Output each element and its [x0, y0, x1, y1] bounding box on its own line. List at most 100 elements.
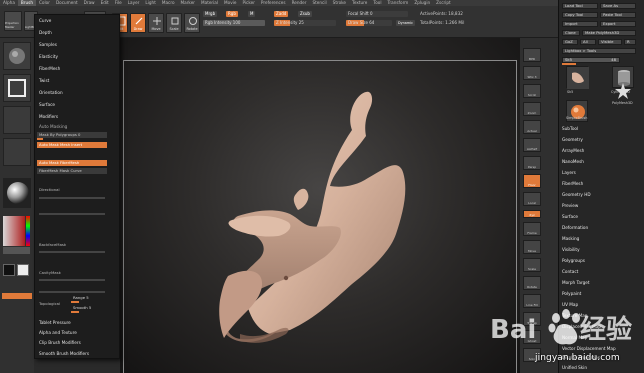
- r-button[interactable]: R: [624, 39, 636, 45]
- goz-button[interactable]: GoZ: [562, 39, 578, 45]
- nanomesh-section[interactable]: NanoMesh: [562, 159, 584, 164]
- brush-menu-item-orientation[interactable]: Orientation: [39, 90, 63, 95]
- fibermesh-section[interactable]: FiberMesh: [562, 181, 583, 186]
- smooth-brush-modifiers-item[interactable]: Smooth Brush Modifiers: [39, 351, 89, 356]
- ghost-button[interactable]: Ghost: [523, 330, 541, 344]
- layers-section[interactable]: Layers: [562, 170, 576, 175]
- fibermesh-mask-curve-button[interactable]: FiberMesh Mask Curve: [37, 168, 107, 174]
- topological-toggle[interactable]: Topological: [37, 301, 67, 307]
- clone-button[interactable]: Clone: [562, 30, 580, 36]
- transp-button[interactable]: Transp: [523, 312, 541, 326]
- polygroups-section[interactable]: Polygroups: [562, 258, 585, 263]
- xyz-button[interactable]: Xyz: [523, 210, 541, 218]
- copy-tool-button[interactable]: Copy Tool: [562, 12, 598, 18]
- auto-masking-header[interactable]: Auto Masking: [39, 124, 67, 129]
- brush-thumbnail[interactable]: [3, 42, 31, 70]
- scale-view-button[interactable]: Scale: [523, 258, 541, 272]
- surface-section[interactable]: Surface: [562, 214, 578, 219]
- aahalf-button[interactable]: AAHalf: [523, 138, 541, 152]
- auto-mask-fibermesh-toggle[interactable]: Auto Mask FiberMesh: [37, 160, 107, 166]
- import-button[interactable]: Import: [562, 21, 598, 27]
- move-button[interactable]: Move: [148, 13, 164, 33]
- deformation-section[interactable]: Deformation: [562, 225, 588, 230]
- unified-skin-section[interactable]: Unified Skin: [562, 365, 587, 370]
- spix-button[interactable]: SPix 3: [523, 66, 541, 80]
- mandible-model[interactable]: [120, 38, 520, 373]
- mask-by-polygroups-slider[interactable]: Mask By Polygroups 0: [37, 132, 107, 138]
- focal-shift-slider[interactable]: Focal Shift 0: [346, 11, 408, 17]
- actual-button[interactable]: Actual: [523, 120, 541, 134]
- brush-menu-item-curve[interactable]: Curve: [39, 18, 51, 23]
- secondary-color-swatch[interactable]: [17, 264, 29, 276]
- move-view-button[interactable]: Move: [523, 240, 541, 254]
- line-fill-button[interactable]: Line Fill: [523, 294, 541, 308]
- tablet-pressure-item[interactable]: Tablet Pressure: [39, 320, 71, 325]
- uv-map-section[interactable]: UV Map: [562, 302, 578, 307]
- scale-button[interactable]: Scale: [166, 13, 182, 33]
- morph-target-section[interactable]: Morph Target: [562, 280, 590, 285]
- draw-size-slider[interactable]: Draw Size 64: [346, 20, 392, 26]
- export-button[interactable]: Export: [600, 21, 636, 27]
- floor-button[interactable]: Floor: [523, 174, 541, 188]
- all-button[interactable]: All: [580, 39, 596, 45]
- texture-map-section[interactable]: Texture Map: [562, 313, 588, 318]
- cavitymask-toggle[interactable]: CavityMask: [37, 270, 107, 276]
- zoom-button[interactable]: Zoom: [523, 102, 541, 116]
- texture-thumbnail[interactable]: [3, 138, 31, 166]
- rgb-toggle[interactable]: Rgb: [226, 11, 238, 17]
- arraymesh-section[interactable]: ArrayMesh: [562, 148, 584, 153]
- polypaint-section[interactable]: Polypaint: [562, 291, 581, 296]
- brush-menu-item-elasticity[interactable]: Elasticity: [39, 54, 58, 59]
- lightbox-tools-button[interactable]: Lightbox > Tools: [562, 48, 636, 54]
- auto-mask-mesh-insert-toggle[interactable]: Auto Mask Mesh Insert: [37, 142, 107, 148]
- geometry-hd-section[interactable]: Geometry HD: [562, 192, 591, 197]
- paste-tool-button[interactable]: Paste Tool: [600, 12, 636, 18]
- rgb-intensity-slider[interactable]: Rgb Intensity 100: [203, 20, 265, 26]
- canvas-viewport[interactable]: [120, 38, 520, 373]
- preview-section[interactable]: Preview: [562, 203, 578, 208]
- stroke-thumbnail[interactable]: [3, 74, 31, 102]
- projection-master-button[interactable]: Projection Master: [4, 11, 22, 31]
- clip-brush-modifiers-item[interactable]: Clip Brush Modifiers: [39, 340, 81, 345]
- zsub-toggle[interactable]: Zsub: [298, 11, 312, 17]
- material-thumbnail[interactable]: [3, 178, 31, 208]
- dynamic-toggle[interactable]: Dynamic: [396, 20, 415, 26]
- main-color-swatch[interactable]: [3, 264, 15, 276]
- brush-menu-item-surface[interactable]: Surface: [39, 102, 55, 107]
- rotate-button[interactable]: Rotate: [184, 13, 200, 33]
- zadd-toggle[interactable]: Zadd: [274, 11, 289, 17]
- local-button[interactable]: Local: [523, 192, 541, 206]
- brush-menu-item-fibermesh[interactable]: FiberMesh: [39, 66, 60, 71]
- frame-button[interactable]: Frame: [523, 222, 541, 236]
- brush-menu-item-twist[interactable]: Twist: [39, 78, 49, 83]
- masking-section[interactable]: Masking: [562, 236, 579, 241]
- alpha-thumbnail[interactable]: [3, 106, 31, 134]
- brush-menu-item-depth[interactable]: Depth: [39, 30, 52, 35]
- visibility-section[interactable]: Visibility: [562, 247, 580, 252]
- save-as-button[interactable]: Save As: [600, 3, 636, 9]
- subtool-section[interactable]: SubTool: [562, 126, 578, 131]
- brush-menu-item-modifiers[interactable]: Modifiers: [39, 114, 58, 119]
- brush-menu-item-samples[interactable]: Samples: [39, 42, 57, 47]
- scroll-button[interactable]: Scroll: [523, 84, 541, 98]
- make-polymesh3d-button[interactable]: Make PolyMesh3D: [582, 30, 636, 36]
- bpr-button[interactable]: BPR: [523, 48, 541, 62]
- vector-displacement-map-section[interactable]: Vector Displacement Map: [562, 346, 616, 351]
- tool-thumb-sk5[interactable]: [566, 66, 589, 89]
- mrgb-toggle[interactable]: Mrgb: [203, 11, 218, 17]
- load-tool-button[interactable]: Load Tool: [562, 3, 598, 9]
- z-intensity-slider[interactable]: Z Intensity 25: [274, 20, 336, 26]
- displacement-map-section[interactable]: Displacement Map: [562, 324, 601, 329]
- m-toggle[interactable]: M: [248, 11, 256, 17]
- alternate-toggle[interactable]: [2, 293, 32, 299]
- alpha-and-texture-item[interactable]: Alpha and Texture: [39, 330, 77, 335]
- directional-toggle[interactable]: Directional: [37, 187, 107, 193]
- geometry-section[interactable]: Geometry: [562, 137, 583, 142]
- rotate-view-button[interactable]: Rotate: [523, 276, 541, 290]
- normal-map-section[interactable]: Normal Map: [562, 335, 587, 340]
- contact-section[interactable]: Contact: [562, 269, 578, 274]
- persp-button[interactable]: Persp: [523, 156, 541, 170]
- draw-button[interactable]: Draw: [130, 13, 146, 33]
- visible-button[interactable]: Visible: [598, 39, 622, 45]
- color-picker[interactable]: [3, 216, 31, 254]
